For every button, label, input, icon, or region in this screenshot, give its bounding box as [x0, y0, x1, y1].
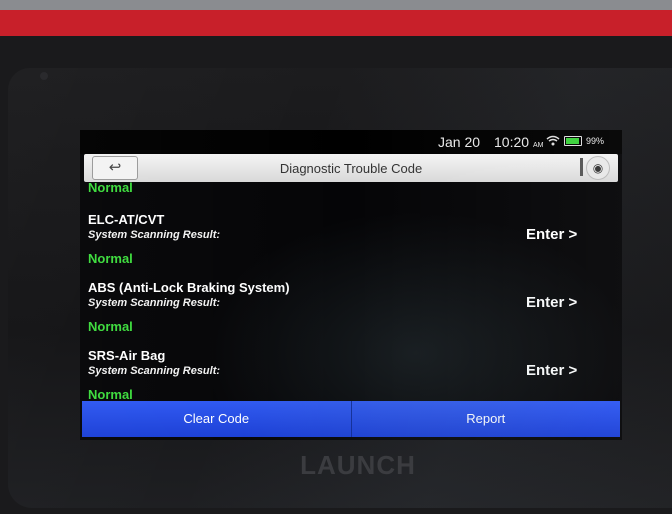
list-item: ABS (Anti-Lock Braking System) System Sc…	[80, 280, 622, 348]
enter-button[interactable]: Enter >	[526, 294, 577, 311]
front-camera	[40, 72, 48, 80]
bottom-action-bar: Clear Code Report	[82, 401, 620, 437]
system-status: Normal	[88, 319, 133, 334]
status-time: 10:20 AM	[494, 134, 543, 150]
list-item: ELC-AT/CVT System Scanning Result: Norma…	[80, 212, 622, 280]
title-bar: ↩ Diagnostic Trouble Code ◉	[84, 154, 618, 182]
wifi-icon	[546, 135, 560, 146]
system-name: ELC-AT/CVT	[88, 212, 165, 227]
battery-icon	[564, 135, 582, 146]
menu-tab-icon[interactable]	[580, 158, 583, 176]
enter-button[interactable]: Enter >	[526, 362, 577, 379]
brand-logo: LAUNCH	[300, 450, 416, 480]
clear-code-button[interactable]: Clear Code	[82, 401, 352, 437]
scan-result-label: System Scanning Result:	[88, 365, 221, 377]
camera-icon: ◉	[592, 161, 604, 175]
system-name: ABS (Anti-Lock Braking System)	[88, 280, 290, 295]
page-title: Diagnostic Trouble Code	[279, 161, 423, 176]
device-screen: Jan 20 10:20 AM 99% ↩ Diagnostic Trouble…	[80, 130, 622, 440]
previous-system-status: Normal	[88, 180, 133, 195]
status-ampm: AM	[532, 142, 544, 149]
status-date: Jan 20	[438, 134, 481, 150]
system-status: Normal	[88, 387, 133, 402]
system-status: Normal	[88, 251, 133, 266]
screenshot-button[interactable]: ◉	[586, 156, 610, 180]
status-bar: Jan 20 10:20 AM 99%	[80, 130, 622, 154]
battery-percent: 99%	[586, 135, 605, 146]
system-name: SRS-Air Bag	[88, 348, 166, 363]
scan-result-label: System Scanning Result:	[88, 229, 221, 241]
report-button[interactable]: Report	[351, 401, 620, 437]
status-icons: 99%	[546, 135, 604, 146]
enter-button[interactable]: Enter >	[526, 226, 577, 243]
status-time-value: 10:20	[494, 134, 530, 150]
scan-result-label: System Scanning Result:	[88, 297, 221, 309]
